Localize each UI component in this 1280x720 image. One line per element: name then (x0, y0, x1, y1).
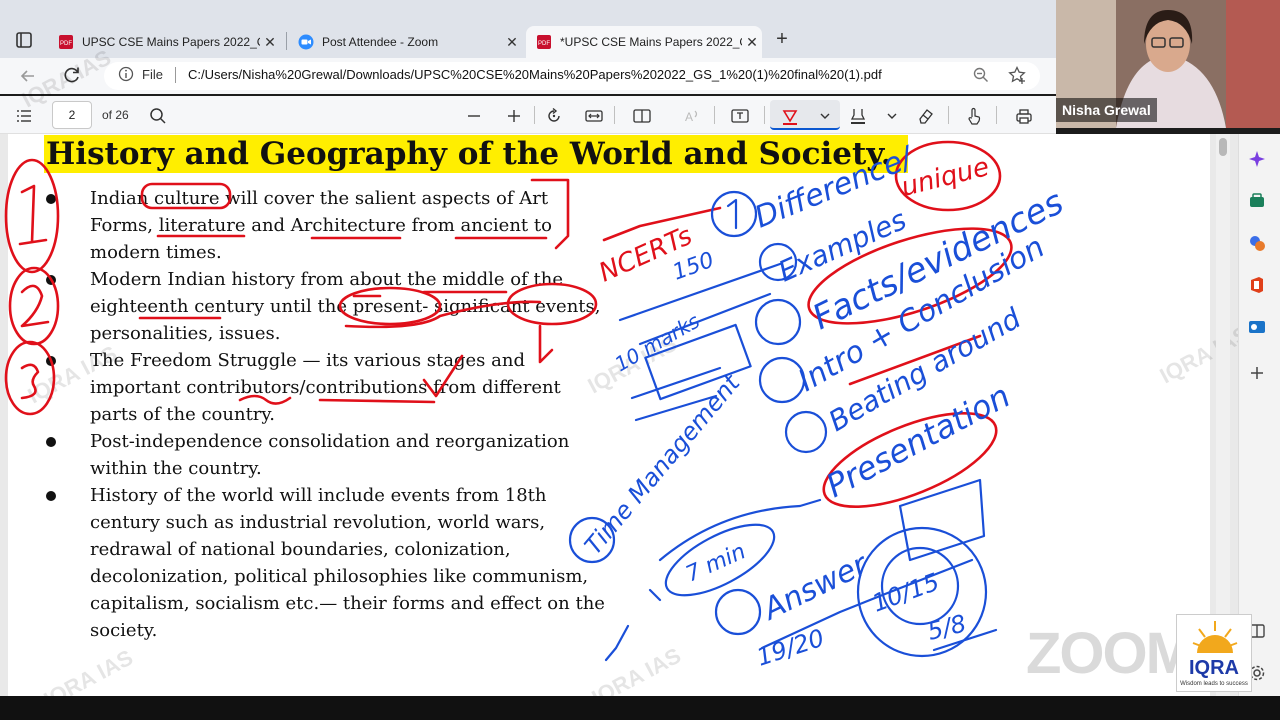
tab-zoom[interactable]: Post Attendee - Zoom ✕ (288, 26, 522, 58)
sun-logo-icon (1192, 621, 1238, 653)
print-icon[interactable] (1014, 106, 1034, 126)
chevron-down-icon[interactable] (882, 106, 902, 126)
tab-pdf-active[interactable]: PDF *UPSC CSE Mains Papers 2022_G ✕ (526, 26, 762, 58)
copilot-icon[interactable] (1248, 150, 1266, 168)
tab-title: Post Attendee - Zoom (322, 35, 439, 49)
screen: PDF UPSC CSE Mains Papers 2022_GS ✕ Post… (0, 0, 1280, 720)
info-icon[interactable] (118, 66, 134, 82)
page-number-input[interactable]: 2 (52, 101, 92, 129)
url-scheme-label: File (142, 67, 163, 82)
toolbar-divider (948, 106, 949, 124)
favorite-add-icon[interactable] (1007, 65, 1027, 85)
tab-separator (286, 32, 287, 50)
tab-title: *UPSC CSE Mains Papers 2022_G (560, 35, 742, 49)
text-box-icon[interactable] (730, 106, 750, 126)
zoom-icon (298, 34, 314, 50)
toolbar-divider (996, 106, 997, 124)
close-tab-icon[interactable]: ✕ (502, 34, 522, 51)
bullet-marker (46, 275, 56, 285)
toolbar-divider (534, 106, 535, 124)
draw-icon[interactable] (780, 106, 800, 126)
new-tab-icon[interactable]: + (770, 28, 794, 52)
logo-wordmark: IQRA (1189, 657, 1239, 679)
tab-pdf-1[interactable]: PDF UPSC CSE Mains Papers 2022_GS ✕ (48, 26, 280, 58)
bullet-item: Post-independence consolidation and reor… (90, 431, 570, 479)
bullet-marker (46, 437, 56, 447)
add-icon[interactable] (1248, 364, 1266, 382)
bullet-item: History of the world will include events… (90, 485, 605, 641)
highlight-icon[interactable] (848, 106, 868, 126)
tools-icon[interactable] (1248, 234, 1266, 252)
tab-actions-icon[interactable] (10, 28, 38, 52)
logo-tagline: Wisdom leads to success (1180, 681, 1248, 687)
search-icon[interactable] (148, 106, 168, 126)
svg-text:PDF: PDF (60, 41, 72, 47)
svg-text:PDF: PDF (538, 41, 550, 47)
eraser-icon[interactable] (916, 106, 936, 126)
close-tab-icon[interactable]: ✕ (260, 34, 280, 51)
bottom-bar (0, 696, 1280, 720)
bullet-marker (46, 356, 56, 366)
outlook-icon[interactable] (1248, 318, 1266, 336)
pdf-icon: PDF (59, 35, 73, 49)
tab-title: UPSC CSE Mains Papers 2022_GS (82, 35, 260, 49)
zoom-out-icon[interactable] (464, 106, 484, 126)
zoom-watermark: ZOOM (1026, 621, 1194, 686)
toolbar-divider (714, 106, 715, 124)
scrollbar-thumb[interactable] (1219, 138, 1227, 156)
bullet-item: Modern Indian history from about the mid… (90, 269, 601, 344)
page-total-label: of 26 (102, 108, 129, 122)
read-aloud-icon[interactable]: A (682, 106, 702, 126)
office-icon[interactable] (1248, 276, 1266, 294)
toolbar-divider (614, 106, 615, 124)
url-text[interactable]: C:/Users/Nisha%20Grewal/Downloads/UPSC%2… (188, 67, 882, 82)
svg-text:A: A (685, 110, 693, 124)
edge-sidebar (1238, 134, 1280, 696)
zoom-in-icon[interactable] (504, 106, 524, 126)
bullet-marker (46, 194, 56, 204)
bullet-item: Indian culture will cover the salient as… (90, 188, 552, 263)
document-scrollbar[interactable] (1216, 134, 1230, 696)
zoom-out-icon[interactable] (972, 66, 990, 84)
toolbar-divider (764, 106, 765, 124)
section-heading: History and Geography of the World and S… (44, 135, 908, 173)
bullet-item: The Freedom Struggle — its various stage… (90, 350, 561, 425)
pdf-icon: PDF (537, 35, 551, 49)
close-tab-icon[interactable]: ✕ (742, 34, 762, 51)
fit-width-icon[interactable] (584, 106, 604, 126)
page-view-icon[interactable] (632, 106, 652, 126)
url-divider (175, 67, 176, 83)
participant-name: Nisha Grewal (1056, 98, 1157, 122)
chevron-down-icon[interactable] (815, 106, 835, 126)
bullet-marker (46, 491, 56, 501)
rotate-icon[interactable] (544, 106, 564, 126)
touch-icon[interactable] (964, 106, 984, 126)
shopping-icon[interactable] (1248, 192, 1266, 210)
